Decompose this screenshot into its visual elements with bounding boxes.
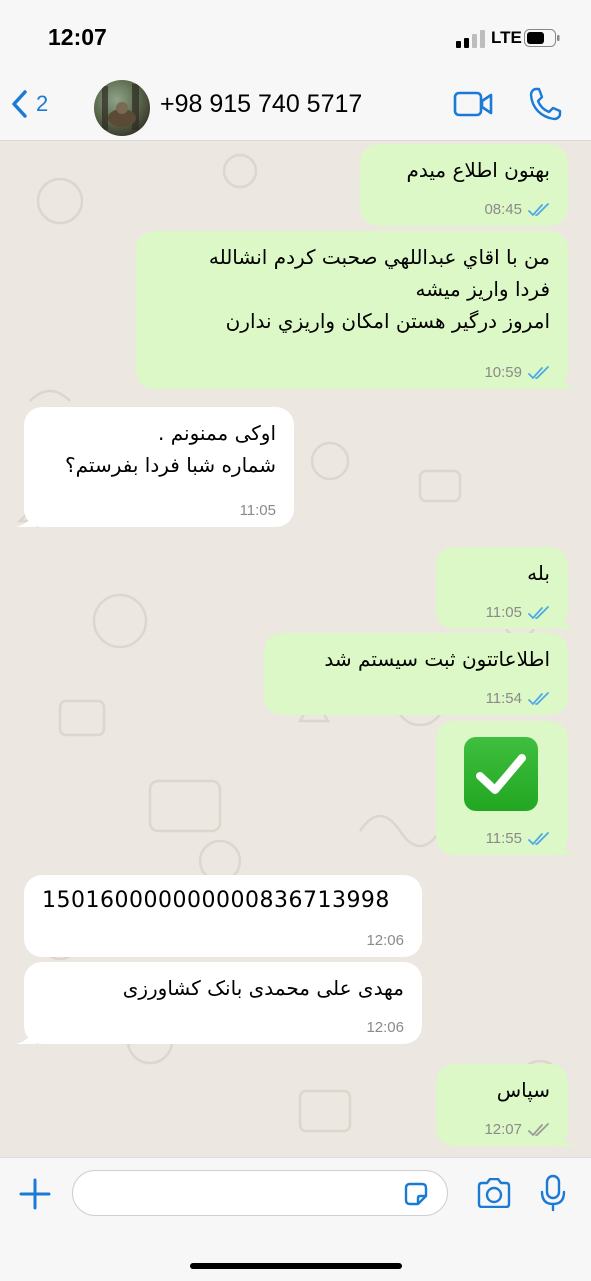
message-text: 150160000000000836713998 [42,888,390,913]
message-incoming[interactable]: 150160000000000836713998 12:06 [24,875,422,957]
message-text: اوکی ممنونم . شماره شبا فردا بفرستم؟ [64,421,276,477]
status-time: 12:07 [48,24,107,50]
message-text: بله [527,561,550,585]
chat-header: 2 +98 915 740 5717 [0,72,591,141]
avatar[interactable] [94,80,150,136]
status-bar: 12:07 LTE [0,0,591,72]
video-call-icon[interactable] [453,88,493,120]
message-time: 12:06 [366,1019,404,1036]
message-time: 08:45 [484,201,522,218]
message-outgoing[interactable]: بهتون اطلاع میدم 08:45 [360,144,568,226]
cellular-signal-icon [456,30,485,48]
contact-name[interactable]: +98 915 740 5717 [160,90,362,119]
delivered-ticks-icon [528,1122,549,1136]
bubble-tail [556,369,576,389]
message-time: 11:54 [485,690,522,707]
chat-area[interactable]: بهتون اطلاع میدم 08:45 من با اقاي عبدالل… [0,141,591,1157]
message-time: 11:05 [485,604,522,621]
read-ticks-icon [528,831,549,845]
back-button[interactable]: 2 [10,84,48,124]
message-text: من با اقاي عبداللهي صحبت كردم انشالله فر… [208,245,550,333]
read-ticks-icon [528,691,549,705]
message-incoming[interactable]: اوکی ممنونم . شماره شبا فردا بفرستم؟ 11:… [16,407,294,527]
message-incoming[interactable]: مهدی علی محمدی بانک کشاورزی 12:06 [16,962,422,1044]
message-text: سپاس [496,1078,550,1102]
unread-count: 2 [36,91,49,116]
camera-icon[interactable] [476,1178,512,1208]
bubble-tail [16,507,36,527]
read-ticks-icon [528,202,549,216]
battery-icon [524,29,560,47]
bubble-tail [16,1024,36,1044]
message-outgoing[interactable]: اطلاعاتتون ثبت سيستم شد 11:54 [264,633,568,715]
message-text: مهدی علی محمدی بانک کشاورزی [122,976,404,1000]
bubble-tail [556,835,576,855]
read-ticks-icon [528,605,549,619]
message-time: 11:05 [239,502,276,519]
message-outgoing[interactable]: بله 11:05 [436,547,576,629]
read-ticks-icon [528,365,549,379]
phone-call-icon[interactable] [528,86,562,122]
sticker-icon[interactable] [402,1180,430,1208]
message-time: 12:07 [484,1121,522,1138]
message-text: اطلاعاتتون ثبت سيستم شد [324,647,550,671]
message-input[interactable] [72,1170,448,1216]
bubble-tail [556,609,576,629]
message-time: 12:06 [366,932,404,949]
avatar-photo [102,84,139,130]
network-label: LTE [491,28,522,47]
message-text: بهتون اطلاع میدم [406,158,550,182]
microphone-icon[interactable] [540,1174,566,1212]
message-outgoing[interactable]: من با اقاي عبداللهي صحبت كردم انشالله فر… [136,231,576,389]
check-mark-button-icon [464,737,538,811]
message-time: 10:59 [484,364,522,381]
plus-icon[interactable] [18,1177,52,1211]
bubble-tail [556,1126,576,1146]
message-time: 11:55 [485,830,522,847]
chevron-left-icon [12,90,27,118]
message-input-bar [0,1157,591,1281]
message-outgoing[interactable]: سپاس 12:07 [436,1064,576,1146]
home-indicator[interactable] [190,1263,402,1269]
